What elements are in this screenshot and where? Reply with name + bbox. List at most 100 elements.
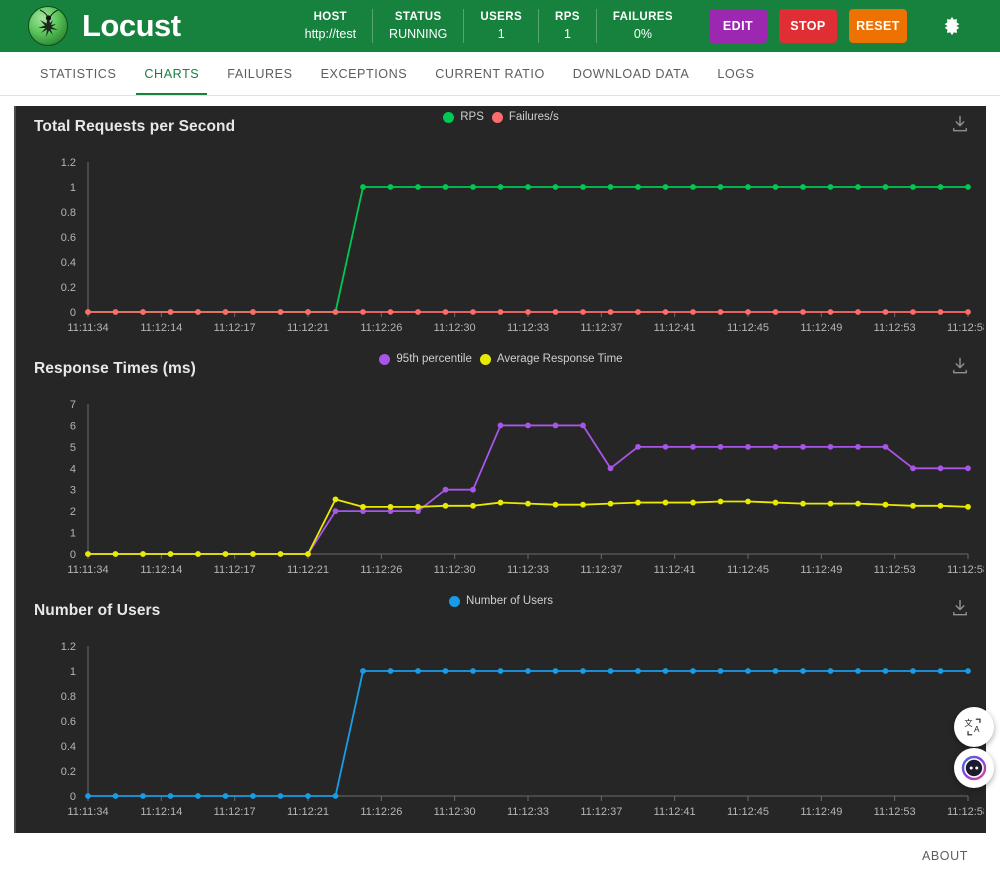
legend-label-users: Number of Users <box>466 595 553 607</box>
svg-text:11:12:17: 11:12:17 <box>214 322 256 334</box>
svg-text:1: 1 <box>70 528 76 540</box>
stat-rps: RPS 1 <box>539 9 597 43</box>
svg-text:11:12:53: 11:12:53 <box>874 564 916 576</box>
tab-exceptions[interactable]: EXCEPTIONS <box>307 52 422 95</box>
svg-text:11:12:45: 11:12:45 <box>727 806 769 818</box>
chart-total-rps-plot[interactable]: 0 0.2 0.4 0.6 0.8 1 1.2 11:11:34 11:12:14 11:12:1… <box>16 148 986 348</box>
main-tabs: STATISTICS CHARTS FAILURES EXCEPTIONS CU… <box>0 52 1000 96</box>
chart-response-times-plot[interactable]: 0 1 2 3 4 5 6 7 11:11:34 11:12:14 11:12:17 11:12:21… <box>16 390 986 590</box>
svg-text:11:12:45: 11:12:45 <box>727 322 769 334</box>
svg-text:11:12:14: 11:12:14 <box>140 806 182 818</box>
stat-failures: FAILURES 0% <box>597 9 689 43</box>
chart-number-of-users-header: Number of Users Number of Users <box>16 590 986 632</box>
legend-item-failures: Failures/s <box>491 111 559 123</box>
tab-statistics[interactable]: STATISTICS <box>26 52 130 95</box>
legend-dot-rps <box>443 111 455 123</box>
svg-text:11:12:37: 11:12:37 <box>580 322 622 334</box>
svg-text:11:12:53: 11:12:53 <box>874 322 916 334</box>
chart-total-rps-header: Total Requests per Second RPS Failures/s <box>16 106 986 148</box>
svg-text:1: 1 <box>70 666 76 678</box>
svg-text:11:12:49: 11:12:49 <box>800 806 842 818</box>
header-actions: EDIT STOP RESET <box>708 9 907 43</box>
stat-failures-value: 0% <box>633 27 652 41</box>
legend-item-rps: RPS <box>443 111 484 123</box>
svg-text:0.6: 0.6 <box>61 716 76 728</box>
app-root: Locust HOST http://test STATUS RUNNING U… <box>0 0 1000 872</box>
brand-title: Locust <box>82 8 181 43</box>
svg-text:0.8: 0.8 <box>61 691 76 703</box>
assistant-bot-icon[interactable] <box>954 748 994 788</box>
svg-text:文: 文 <box>964 718 972 728</box>
svg-text:11:12:37: 11:12:37 <box>580 564 622 576</box>
locust-logo-icon <box>28 6 68 46</box>
svg-text:11:12:37: 11:12:37 <box>580 806 622 818</box>
svg-text:11:12:41: 11:12:41 <box>654 322 696 334</box>
download-icon[interactable] <box>950 598 970 618</box>
svg-text:11:12:58: 11:12:58 <box>947 322 984 334</box>
svg-text:0.4: 0.4 <box>61 257 76 269</box>
svg-text:11:12:17: 11:12:17 <box>214 806 256 818</box>
svg-text:11:12:21: 11:12:21 <box>287 564 329 576</box>
svg-text:5: 5 <box>70 442 76 454</box>
svg-text:11:12:30: 11:12:30 <box>434 322 476 334</box>
svg-text:11:12:33: 11:12:33 <box>507 564 549 576</box>
legend-label-p95: 95th percentile <box>396 353 472 365</box>
about-link[interactable]: ABOUT <box>922 849 968 863</box>
stat-failures-label: FAILURES <box>612 11 673 23</box>
svg-text:11:12:21: 11:12:21 <box>287 322 329 334</box>
legend-dot-avg <box>479 353 491 365</box>
reset-button[interactable]: RESET <box>848 9 907 43</box>
legend-item-users: Number of Users <box>449 595 553 607</box>
svg-text:11:12:49: 11:12:49 <box>800 322 842 334</box>
svg-text:1: 1 <box>70 182 76 194</box>
stat-users-value: 1 <box>497 27 505 41</box>
download-icon[interactable] <box>950 114 970 134</box>
svg-text:3: 3 <box>70 485 76 497</box>
svg-text:0: 0 <box>70 791 76 803</box>
stat-status-label: STATUS <box>394 11 442 23</box>
tab-logs[interactable]: LOGS <box>703 52 768 95</box>
legend-label-failures: Failures/s <box>508 111 559 123</box>
svg-text:0.2: 0.2 <box>61 282 76 294</box>
chart-response-times-title: Response Times (ms) <box>34 360 196 377</box>
stop-button[interactable]: STOP <box>778 9 837 43</box>
stat-host-value: http://test <box>304 27 357 41</box>
charts-panel: Total Requests per Second RPS Failures/s <box>14 106 986 833</box>
tab-download-data[interactable]: DOWNLOAD DATA <box>559 52 704 95</box>
header-stats: HOST http://test STATUS RUNNING USERS 1 … <box>289 9 689 43</box>
svg-text:A: A <box>974 725 980 734</box>
download-icon[interactable] <box>950 356 970 376</box>
stat-status: STATUS RUNNING <box>373 9 465 43</box>
tab-charts[interactable]: CHARTS <box>130 52 213 95</box>
chart-number-of-users-legend: Number of Users <box>16 595 986 607</box>
svg-text:11:12:33: 11:12:33 <box>507 322 549 334</box>
chart-number-of-users: Number of Users Number of Users 0 0.2 0.… <box>16 590 986 832</box>
chart-total-rps: Total Requests per Second RPS Failures/s <box>16 106 986 348</box>
edit-button[interactable]: EDIT <box>708 9 767 43</box>
chart-number-of-users-plot[interactable]: 0 0.2 0.4 0.6 0.8 1 1.2 11:11:34 11:12:14 11:12:1… <box>16 632 986 832</box>
svg-text:4: 4 <box>70 463 76 475</box>
svg-text:11:11:34: 11:11:34 <box>67 564 108 576</box>
app-footer: ABOUT <box>0 838 1000 872</box>
dark-mode-icon[interactable] <box>935 9 969 43</box>
svg-text:0.6: 0.6 <box>61 232 76 244</box>
svg-text:0: 0 <box>70 549 76 561</box>
tab-failures[interactable]: FAILURES <box>213 52 306 95</box>
svg-text:1.2: 1.2 <box>61 641 76 653</box>
svg-text:11:12:30: 11:12:30 <box>434 564 476 576</box>
chart-number-of-users-title: Number of Users <box>34 602 161 619</box>
legend-item-p95: 95th percentile <box>379 353 472 365</box>
svg-text:11:12:41: 11:12:41 <box>654 564 696 576</box>
svg-text:11:12:33: 11:12:33 <box>507 806 549 818</box>
tab-current-ratio[interactable]: CURRENT RATIO <box>421 52 559 95</box>
svg-text:11:12:26: 11:12:26 <box>360 322 402 334</box>
svg-text:11:11:34: 11:11:34 <box>67 806 108 818</box>
translate-icon[interactable]: 文 A <box>954 707 994 747</box>
stat-rps-label: RPS <box>555 11 580 23</box>
svg-text:11:12:14: 11:12:14 <box>140 322 182 334</box>
svg-text:11:12:58: 11:12:58 <box>947 806 984 818</box>
svg-text:0.2: 0.2 <box>61 766 76 778</box>
svg-text:11:12:17: 11:12:17 <box>214 564 256 576</box>
legend-dot-p95 <box>379 353 391 365</box>
stat-users-label: USERS <box>480 11 523 23</box>
